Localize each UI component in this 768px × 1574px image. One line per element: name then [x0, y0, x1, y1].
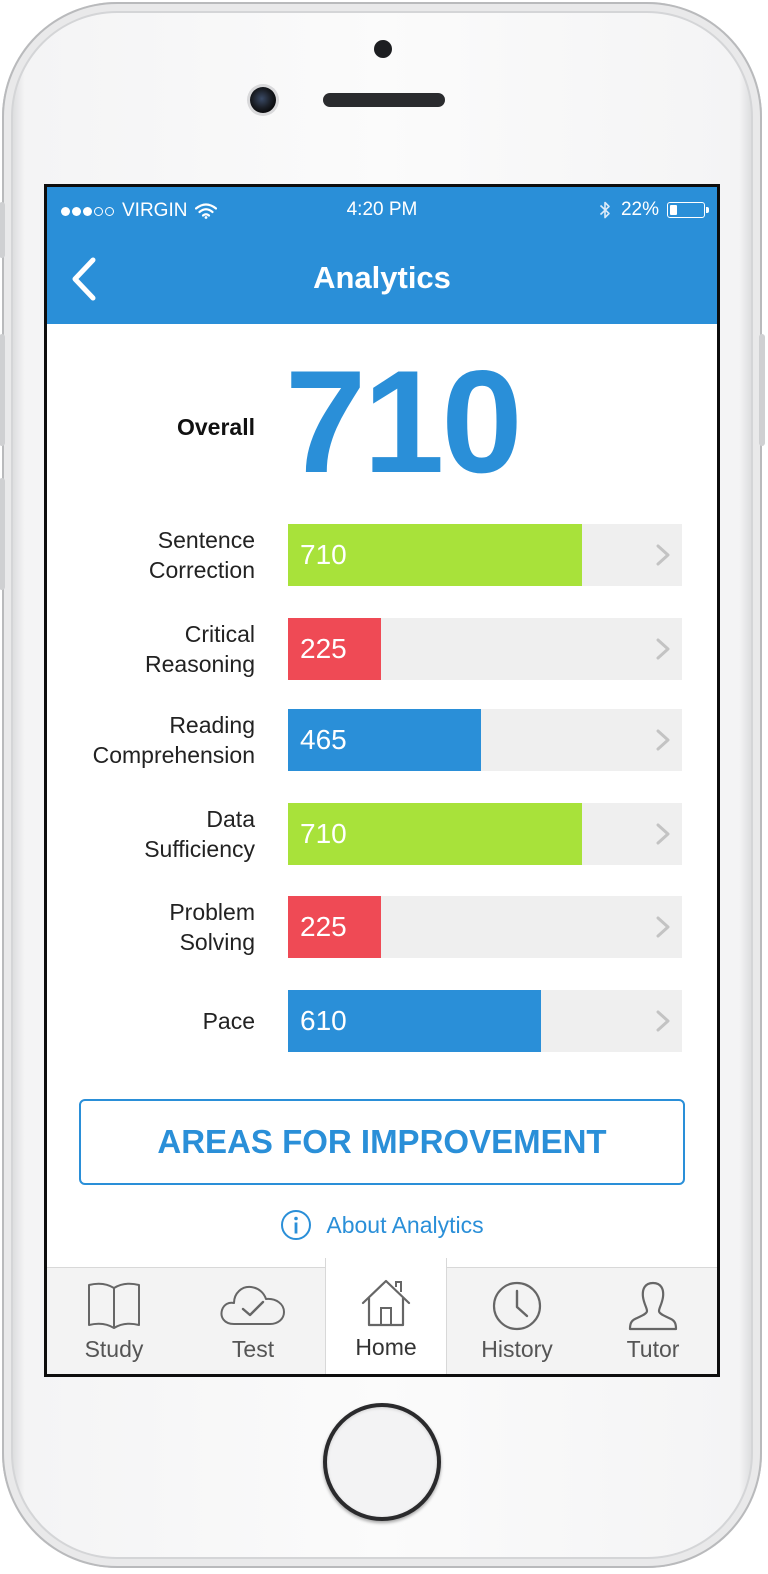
front-camera [250, 87, 276, 113]
status-bar: VIRGIN 4:20 PM 22% [47, 187, 717, 232]
volume-up-button [0, 334, 5, 446]
mute-switch [0, 202, 5, 258]
battery-percent: 22% [620, 199, 659, 220]
clock-icon [492, 1281, 542, 1331]
tab-study-label: Study [84, 1336, 144, 1362]
chevron-right-icon [656, 729, 670, 751]
home-button[interactable] [323, 1403, 441, 1521]
tab-test[interactable]: Test [181, 1268, 325, 1374]
metric-label: Problem Solving [169, 899, 255, 955]
battery-tip [706, 207, 709, 213]
metric-bar-track: 225 [288, 896, 682, 958]
areas-for-improvement-button[interactable]: AREAS FOR IMPROVEMENT [79, 1099, 685, 1185]
metric-bar-track: 710 [288, 524, 682, 586]
metric-label: Critical Reasoning [145, 621, 255, 677]
earpiece-speaker [323, 93, 445, 107]
metric-row[interactable]: Data Sufficiency 710 [47, 803, 717, 865]
volume-down-button [0, 478, 5, 590]
metric-row[interactable]: Problem Solving 225 [47, 896, 717, 958]
power-button [759, 334, 765, 446]
app-screen: VIRGIN 4:20 PM 22% Analytics Overall 710… [44, 184, 720, 1377]
nav-bar: Analytics [47, 232, 717, 324]
info-icon [281, 1210, 312, 1240]
tab-home[interactable]: Home [325, 1258, 447, 1374]
tab-tutor[interactable]: Tutor [589, 1268, 717, 1374]
metric-row[interactable]: Reading Comprehension 465 [47, 709, 717, 771]
chevron-right-icon [656, 823, 670, 845]
book-icon [88, 1282, 140, 1329]
bluetooth-icon [599, 200, 611, 220]
metric-score: 710 [300, 818, 347, 849]
about-analytics-link[interactable]: About Analytics [47, 1209, 717, 1241]
tab-history-label: History [481, 1336, 553, 1362]
tab-home-label: Home [355, 1334, 417, 1360]
metric-row[interactable]: Pace 610 [47, 990, 717, 1052]
metric-bar-track: 710 [288, 803, 682, 865]
metric-label: Pace [202, 1008, 255, 1034]
metric-label: Reading Comprehension [92, 712, 255, 768]
metric-label: Sentence Correction [148, 527, 255, 583]
page-title: Analytics [313, 260, 451, 295]
metric-bar-track: 225 [288, 618, 682, 680]
about-analytics-label: About Analytics [326, 1211, 484, 1238]
overall-score: 710 [285, 340, 523, 503]
metric-bar-track: 465 [288, 709, 682, 771]
tab-tutor-label: Tutor [626, 1336, 680, 1362]
metric-score: 225 [300, 633, 347, 664]
metric-score: 465 [300, 724, 347, 755]
chevron-right-icon [656, 544, 670, 566]
tab-history[interactable]: History [445, 1268, 589, 1374]
overall-label: Overall [177, 414, 255, 440]
chevron-right-icon [656, 1010, 670, 1032]
battery-icon [667, 202, 709, 218]
proximity-sensor [374, 40, 392, 58]
metric-score: 610 [300, 1005, 347, 1036]
tab-bar: Study Test Home History Tutor [47, 1258, 717, 1374]
cloud-check-icon [220, 1285, 285, 1325]
metric-bar-track: 610 [288, 990, 682, 1052]
battery-level [670, 205, 677, 215]
metric-score: 710 [300, 539, 347, 570]
chevron-right-icon [656, 916, 670, 938]
metric-label: Data Sufficiency [144, 806, 255, 862]
person-icon [628, 1281, 678, 1331]
house-icon [361, 1279, 411, 1327]
metric-row[interactable]: Sentence Correction 710 [47, 524, 717, 586]
metric-score: 225 [300, 911, 347, 942]
tab-study[interactable]: Study [47, 1268, 181, 1374]
metric-row[interactable]: Critical Reasoning 225 [47, 618, 717, 680]
chevron-right-icon [656, 638, 670, 660]
status-right: 22% [599, 199, 709, 221]
tab-test-label: Test [231, 1336, 275, 1362]
